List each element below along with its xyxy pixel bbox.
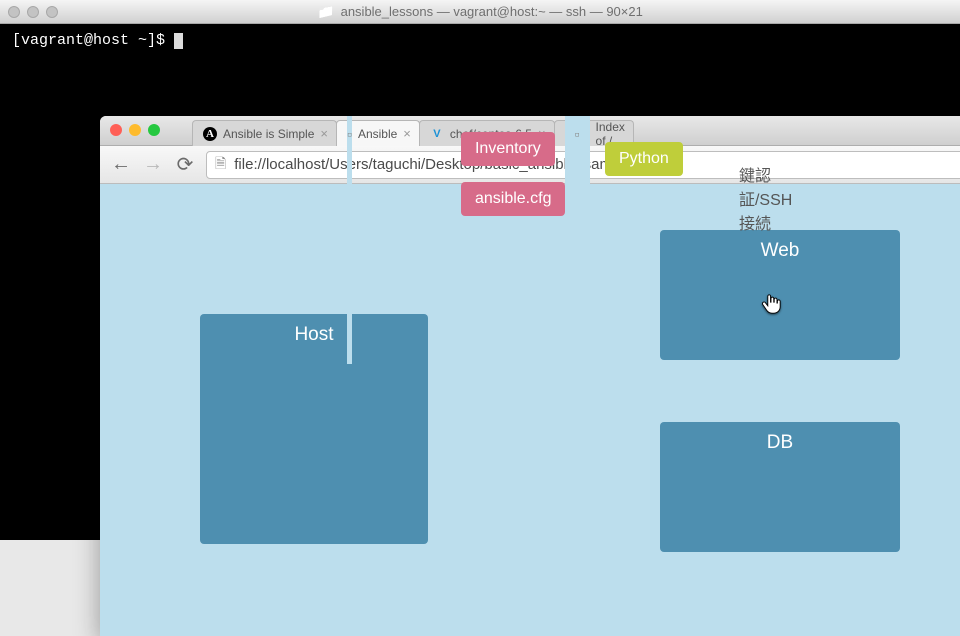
close-icon[interactable]: × [403,126,411,141]
db-title: DB [660,422,900,460]
reload-button[interactable]: ⟳ [174,152,196,177]
browser-window: A Ansible is Simple × AnsibleInventoryPy… [100,116,960,636]
back-button[interactable]: ← [110,153,132,176]
web-box: Web [660,230,900,360]
terminal-title: ansible_lessons — vagrant@host:~ — ssh —… [341,4,643,19]
browser-close-icon[interactable] [110,124,122,136]
terminal-titlebar: ansible_lessons — vagrant@host:~ — ssh —… [0,0,960,24]
host-chip-inventory: Inventory [461,132,555,166]
folder-icon [317,3,340,20]
terminal-cursor [174,33,183,49]
close-icon[interactable]: × [320,126,328,141]
terminal-prompt: [vagrant@host ~]$ [12,32,174,49]
browser-min-icon[interactable] [129,124,141,136]
tab-ansible-simple[interactable]: A Ansible is Simple × [192,120,337,146]
tab-label: Ansible [358,127,397,141]
vagrant-icon: V [430,127,444,141]
forward-button[interactable]: → [142,153,164,176]
traffic-close-icon[interactable] [8,6,20,18]
file-icon: 🗎 [215,153,226,177]
ansible-icon: A [203,127,217,141]
tab-strip: A Ansible is Simple × AnsibleInventoryPy… [100,116,960,146]
ssh-label: 鍵認証/SSH接続 [739,162,792,234]
host-box: Host [200,314,428,544]
web-title: Web [660,230,900,268]
traffic-zoom-icon[interactable] [46,6,58,18]
page-icon: AnsibleInventoryPythonansible.cfgApacheP… [347,116,352,364]
tab-label: Ansible is Simple [223,127,314,141]
tab-ansible[interactable]: AnsibleInventoryPythonansible.cfgApacheP… [336,120,420,146]
traffic-min-icon[interactable] [27,6,39,18]
host-title: Host [200,314,428,352]
db-box: DB [660,422,900,552]
host-chip-ansible-cfg: ansible.cfg [461,182,566,216]
page-content: Host Web DB [100,184,960,636]
browser-zoom-icon[interactable] [148,124,160,136]
host-chip-python: Python [605,142,683,176]
